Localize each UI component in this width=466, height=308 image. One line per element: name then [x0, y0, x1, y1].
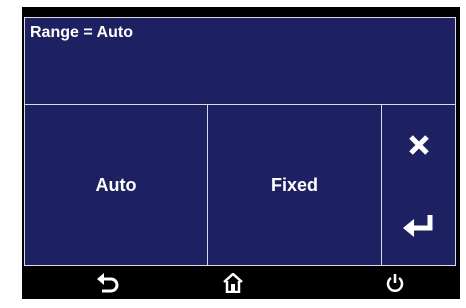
- cancel-button[interactable]: [382, 105, 455, 185]
- power-icon: [386, 274, 404, 292]
- instrument-screen: Range = Auto Auto Fixed: [22, 7, 460, 299]
- back-button[interactable]: [96, 272, 120, 294]
- enter-button[interactable]: [382, 185, 455, 265]
- side-button-column: [382, 105, 455, 265]
- home-icon: [223, 273, 243, 293]
- close-icon: [408, 135, 429, 155]
- auto-button[interactable]: Auto: [25, 105, 208, 265]
- fixed-button[interactable]: Fixed: [208, 105, 382, 265]
- back-icon: [97, 273, 119, 293]
- range-status-text: Range = Auto: [30, 24, 133, 41]
- enter-icon: [402, 215, 432, 237]
- auto-button-label: Auto: [95, 174, 137, 195]
- power-button[interactable]: [383, 272, 407, 294]
- home-button[interactable]: [221, 272, 245, 294]
- range-status-header: Range = Auto: [25, 18, 455, 105]
- bottom-nav-bar: [22, 266, 460, 299]
- fixed-button-label: Fixed: [270, 174, 318, 195]
- range-panel: Range = Auto Auto Fixed: [24, 17, 456, 266]
